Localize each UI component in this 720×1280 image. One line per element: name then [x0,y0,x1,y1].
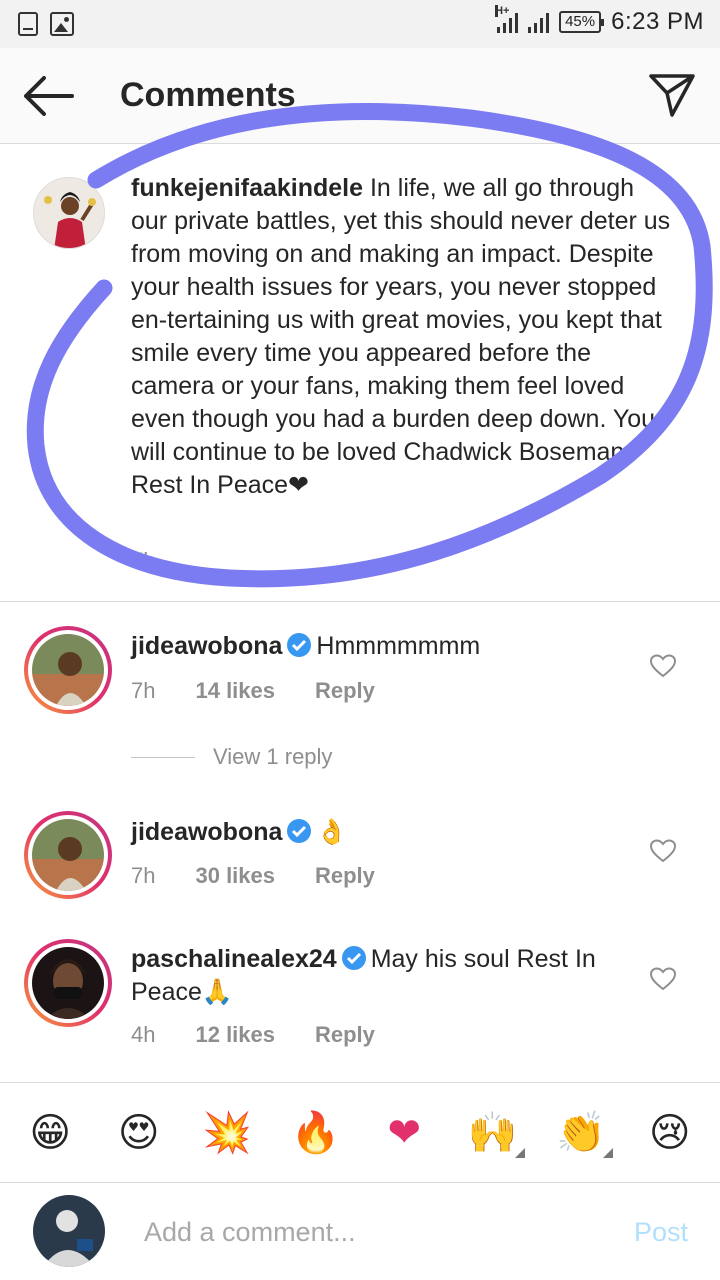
signal-icon-2 [528,11,550,33]
signal-icon: H+ [495,5,519,33]
raised-hands-glyph: 🙌 [467,1110,518,1156]
skin-tone-indicator-icon [514,1148,525,1158]
comment-likes[interactable]: 30 likes [195,863,275,889]
caption-body: In life, we all go through our private b… [131,174,671,499]
collision-emoji-button[interactable]: 💥 [197,1109,257,1156]
skin-tone-indicator-icon [603,1148,614,1158]
comment-meta: 7h 30 likes Reply [131,863,375,889]
verified-badge-icon [341,946,366,970]
comment-username[interactable]: jideawobona [131,818,282,846]
avatar-image [34,178,104,248]
battery-indicator: 45% [559,11,605,33]
comment-text: jideawobona Hmmmmmmm [131,630,631,663]
story-ring[interactable] [24,811,112,899]
post-button[interactable]: Post [634,1217,688,1248]
comment-timestamp: 7h [131,863,156,888]
comment-item: paschalinealex24 May his soul Rest In Pea… [0,925,720,1075]
current-user-avatar [33,1195,105,1267]
comment-item: jideawobona Hmmmmmmm 7h 14 likes Reply [0,610,720,740]
commenter-avatar [32,634,104,706]
comment-username[interactable]: paschalinealex24 [131,945,337,973]
comment-item: jideawobona 👌 7h 30 likes Reply [0,795,720,925]
image-notification-icon [50,12,74,36]
divider-line [131,756,195,758]
network-type: H+ [495,5,510,17]
caption-timestamp: 7h [131,548,156,573]
fire-emoji-button[interactable]: 🔥 [286,1109,346,1156]
comment-timestamp: 7h [131,678,156,703]
commenter-avatar [32,947,104,1019]
comment-likes[interactable]: 14 likes [195,678,275,704]
direct-send-icon[interactable] [648,72,696,118]
commenter-avatar [32,819,104,891]
sad-emoji-button[interactable]: 😢 [640,1110,700,1156]
reply-button[interactable]: Reply [315,863,375,889]
story-ring[interactable] [24,626,112,714]
like-heart-icon[interactable] [650,839,676,863]
comment-meta: 4h 12 likes Reply [131,1022,375,1048]
reply-button[interactable]: Reply [315,1022,375,1048]
reply-button[interactable]: Reply [315,678,375,704]
post-caption: funkejenifaakindele In life, we all go t… [0,144,720,602]
grin-emoji-button[interactable]: 😁 [20,1110,80,1156]
header: Comments [0,48,720,144]
raised-hands-emoji-button[interactable]: 🙌 [463,1109,525,1158]
heart-eyes-emoji-button[interactable]: 😍 [109,1110,169,1156]
comment-timestamp: 4h [131,1022,156,1047]
clap-emoji-button[interactable]: 👏 [551,1109,614,1158]
comment-likes[interactable]: 12 likes [195,1022,275,1048]
page-title: Comments [120,76,296,114]
clock: 6:23 PM [611,8,704,35]
document-notification-icon [18,12,38,36]
comment-body: Hmmmmmmm [316,632,481,660]
verified-badge-icon [287,819,312,843]
story-ring[interactable] [24,939,112,1027]
heart-emoji-button[interactable]: ❤ [374,1110,434,1156]
quick-emoji-bar: 😁 😍 💥 🔥 ❤ 🙌 👏 😢 [0,1082,720,1182]
caption-author-avatar[interactable] [33,177,105,249]
comment-text: jideawobona 👌 [131,815,631,849]
like-heart-icon[interactable] [650,967,676,991]
comment-username[interactable]: jideawobona [131,632,282,660]
clap-glyph: 👏 [556,1110,607,1156]
caption-username[interactable]: funkejenifaakindele [131,174,363,202]
comment-body: 👌 [316,817,348,846]
view-replies-label: View 1 reply [213,744,333,769]
comment-input[interactable] [144,1211,584,1253]
caption-text: funkejenifaakindele In life, we all go t… [131,172,671,502]
back-arrow-icon[interactable] [22,74,74,118]
comment-composer: Post [0,1182,720,1280]
like-heart-icon[interactable] [650,654,676,678]
comment-meta: 7h 14 likes Reply [131,678,375,704]
comment-text: paschalinealex24 May his soul Rest In Pea… [131,943,631,1009]
view-replies-toggle[interactable]: View 1 reply [131,744,332,770]
status-bar: H+ 45% 6:23 PM [0,0,720,48]
verified-badge-icon [287,633,312,657]
